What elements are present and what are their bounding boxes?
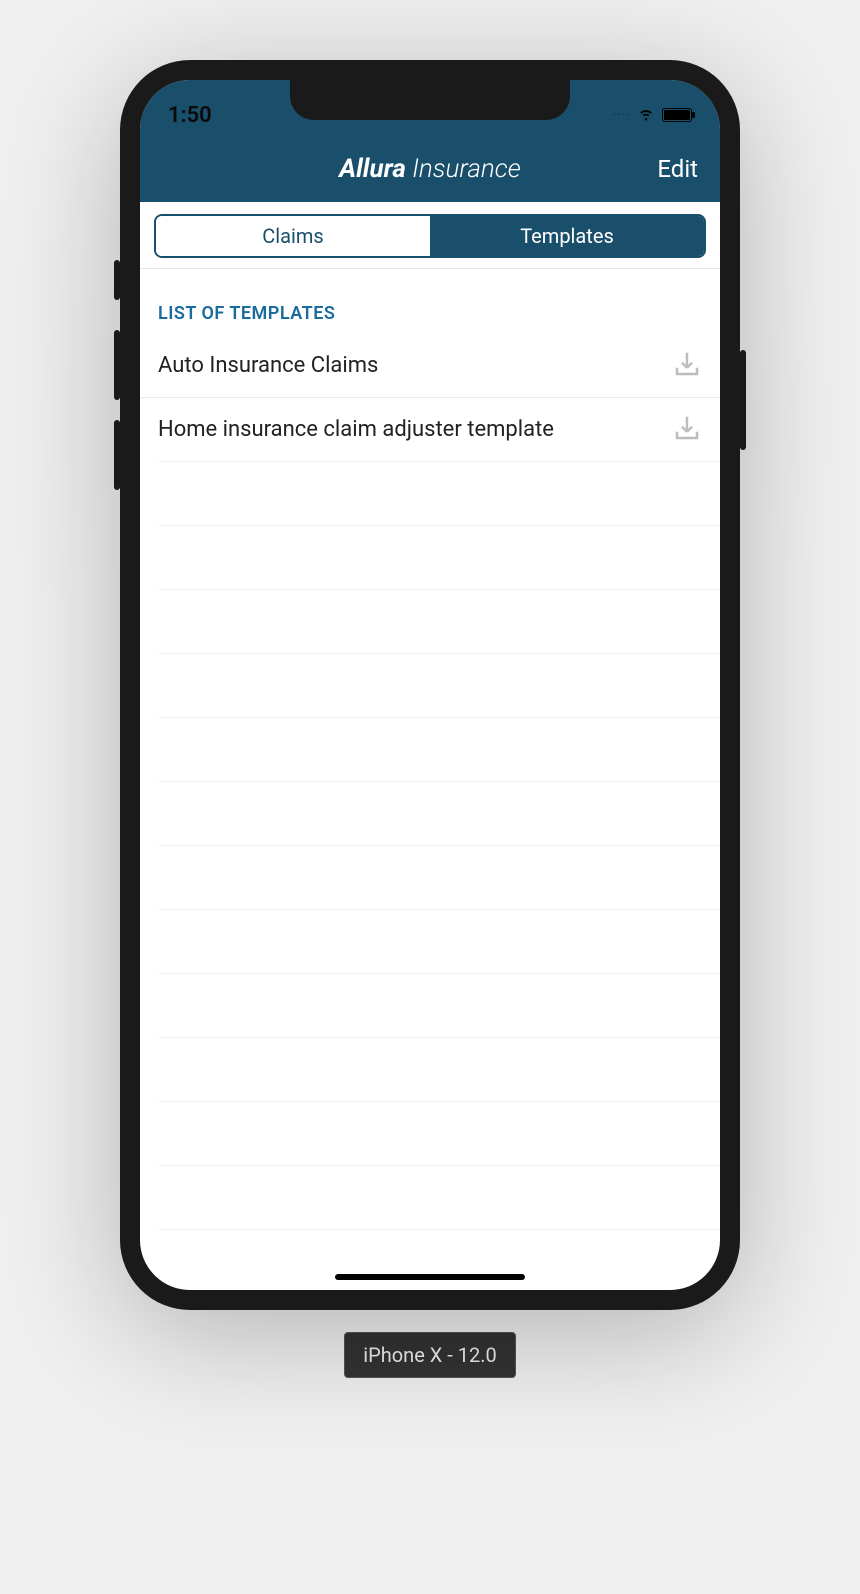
device-label: iPhone X - 12.0 <box>344 1332 516 1378</box>
segmented-control: Claims Templates <box>140 202 720 269</box>
list-item-empty: . <box>158 718 720 782</box>
list-item-empty: . <box>158 526 720 590</box>
tab-templates[interactable]: Templates <box>430 216 704 256</box>
list-item-empty: . <box>158 910 720 974</box>
download-icon[interactable] <box>672 349 702 383</box>
tab-claims[interactable]: Claims <box>156 216 430 256</box>
side-button <box>740 350 746 450</box>
home-indicator[interactable] <box>335 1274 525 1280</box>
cellular-dots-icon: •••• <box>613 110 631 121</box>
templates-list: Auto Insurance Claims Home insurance cla… <box>140 334 720 1230</box>
battery-icon <box>662 108 692 122</box>
list-item-label: Home insurance claim adjuster template <box>158 417 554 442</box>
list-item-empty: . <box>158 654 720 718</box>
list-item-empty: . <box>158 1038 720 1102</box>
list-item-empty: . <box>158 782 720 846</box>
wifi-icon <box>636 103 656 127</box>
list-item-empty: . <box>158 1102 720 1166</box>
download-icon[interactable] <box>672 413 702 447</box>
list-item-empty: . <box>158 590 720 654</box>
list-item-empty: . <box>158 462 720 526</box>
section-header: LIST OF TEMPLATES <box>140 269 720 334</box>
notch <box>290 80 570 120</box>
list-item-empty: . <box>158 1166 720 1230</box>
nav-bar: Allura Insurance Edit <box>140 136 720 202</box>
status-time: 1:50 <box>168 103 212 128</box>
phone-frame: 1:50 •••• Allura Insurance Edit Claims <box>120 60 740 1310</box>
list-item-label: Auto Insurance Claims <box>158 353 378 378</box>
edit-button[interactable]: Edit <box>657 155 698 183</box>
brand-sub: Insurance <box>406 154 521 184</box>
list-item[interactable]: Auto Insurance Claims <box>140 334 720 398</box>
page-title: Allura Insurance <box>339 154 521 184</box>
list-item-empty: . <box>158 974 720 1038</box>
list-item-empty: . <box>158 846 720 910</box>
list-item[interactable]: Home insurance claim adjuster template <box>158 398 720 462</box>
brand-name: Allura <box>339 154 406 184</box>
